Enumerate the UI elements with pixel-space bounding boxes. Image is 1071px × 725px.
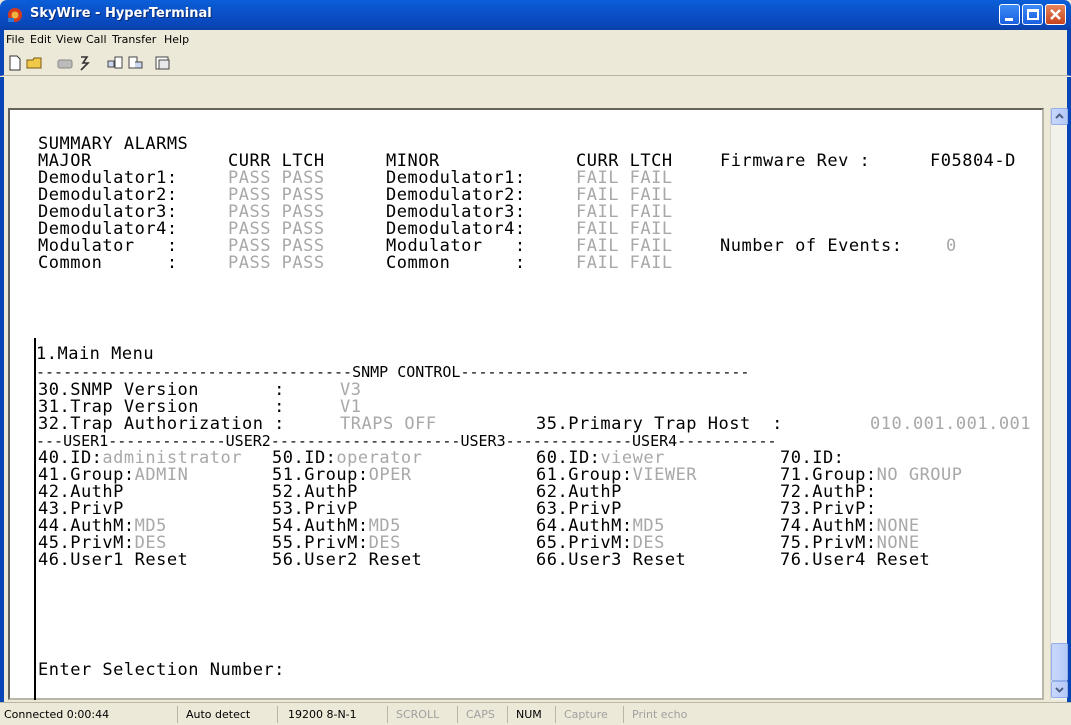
scroll-thumb[interactable]	[1051, 643, 1068, 681]
alarm-label: Common :	[38, 253, 178, 273]
terminal-screen[interactable]: SUMMARY ALARMS MAJOR CURR LTCH MINOR CUR…	[8, 108, 1044, 700]
menu-bar: File Edit View Call Transfer Help	[0, 30, 1071, 50]
user2-group-value: OPER	[368, 465, 412, 485]
maximize-button[interactable]	[1022, 4, 1043, 25]
user4-reset[interactable]: 76.User4 Reset	[780, 552, 930, 569]
status-detect: Auto detect	[182, 706, 278, 723]
primary-trap-host-value: 010.001.001.001	[870, 414, 1032, 434]
minimize-button[interactable]	[999, 4, 1020, 25]
hyperterminal-icon	[8, 8, 22, 22]
alarm-label: Common :	[386, 253, 526, 273]
user2-reset[interactable]: 56.User2 Reset	[272, 552, 422, 569]
user3-group-value: VIEWER	[632, 465, 698, 485]
chevron-down-icon	[1055, 687, 1064, 693]
trap-auth-label[interactable]: 32.Trap Authorization :	[38, 416, 285, 433]
disconnect-icon[interactable]	[56, 54, 74, 72]
main-menu-option[interactable]: 1.Main Menu	[36, 346, 154, 363]
status-port-settings: 19200 8-N-1	[284, 706, 388, 723]
status-bar: Connected 0:00:44 Auto detect 19200 8-N-…	[0, 702, 1071, 725]
menu-call[interactable]: Call	[86, 33, 107, 46]
status-print-echo: Print echo	[632, 708, 688, 721]
send-icon[interactable]	[106, 54, 124, 72]
status-scroll: SCROLL	[392, 706, 458, 723]
minimize-icon	[1005, 18, 1013, 21]
dial-icon[interactable]	[76, 54, 94, 72]
scroll-up-button[interactable]	[1051, 108, 1068, 125]
snmp-control-divider: -----------------------------------SNMP …	[36, 363, 750, 381]
open-icon[interactable]	[26, 54, 44, 72]
firmware-label: Firmware Rev :	[720, 151, 871, 171]
events-label: Number of Events:	[720, 236, 903, 256]
status-connected: Connected 0:00:44	[0, 706, 178, 723]
firmware-value: F05804-D	[930, 151, 1016, 171]
selection-prompt[interactable]: Enter Selection Number:	[38, 662, 285, 679]
close-button[interactable]	[1045, 4, 1066, 25]
menu-edit[interactable]: Edit	[30, 33, 51, 46]
trap-auth-value: TRAPS OFF	[340, 414, 437, 434]
chevron-up-icon	[1055, 113, 1064, 119]
window-title: SkyWire - HyperTerminal	[30, 6, 212, 21]
menu-view[interactable]: View	[56, 33, 82, 46]
user4-group-value: NO GROUP	[876, 465, 963, 485]
vertical-scrollbar[interactable]	[1050, 108, 1068, 700]
menu-transfer[interactable]: Transfer	[112, 33, 156, 46]
user3-reset[interactable]: 66.User3 Reset	[536, 552, 686, 569]
title-bar[interactable]: SkyWire - HyperTerminal	[0, 0, 1071, 30]
menu-file[interactable]: File	[6, 33, 24, 46]
status-caps: CAPS	[462, 706, 508, 723]
scroll-down-button[interactable]	[1051, 681, 1068, 698]
new-icon[interactable]	[6, 54, 24, 72]
receive-icon[interactable]	[126, 54, 144, 72]
close-icon	[1050, 9, 1061, 20]
terminal-left-border	[34, 338, 36, 700]
menu-help[interactable]: Help	[164, 33, 189, 46]
minor-status: FAIL FAIL	[576, 253, 673, 273]
status-capture: Capture	[560, 706, 624, 723]
toolbar	[0, 50, 1071, 76]
maximize-icon	[1027, 9, 1039, 20]
major-status: PASS PASS	[228, 253, 325, 273]
status-num: NUM	[512, 706, 556, 723]
user1-group-value: ADMIN	[134, 465, 189, 485]
primary-trap-host-label[interactable]: 35.Primary Trap Host :	[536, 416, 783, 433]
events-value: 0	[946, 236, 957, 256]
user1-reset[interactable]: 46.User1 Reset	[38, 552, 188, 569]
properties-icon[interactable]	[154, 54, 172, 72]
